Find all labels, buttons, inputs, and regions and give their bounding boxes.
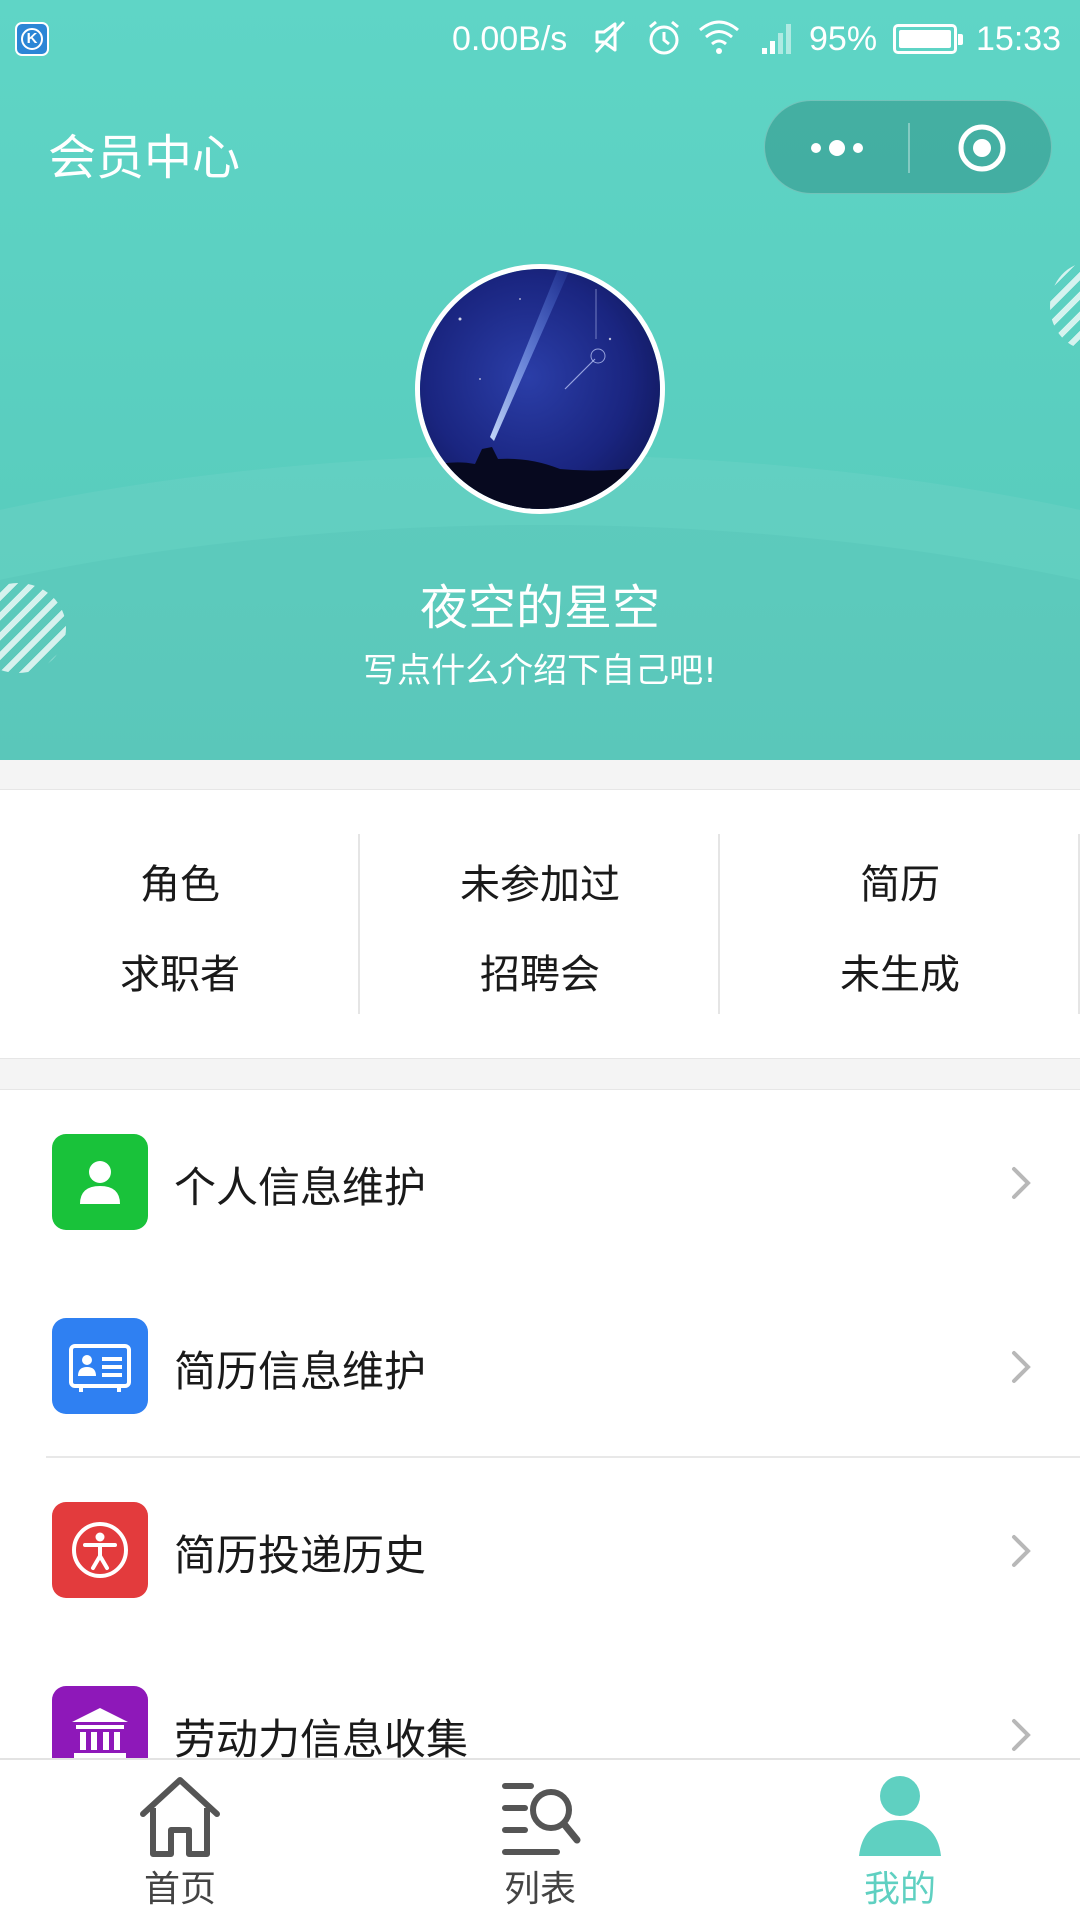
battery-icon (893, 24, 963, 54)
alarm-clock-icon (649, 20, 679, 55)
person-icon (52, 1134, 148, 1230)
accessibility-icon (52, 1502, 148, 1598)
avatar-night-sky-image (420, 269, 660, 509)
wifi-icon (699, 20, 739, 54)
id-card-icon (52, 1318, 148, 1414)
tab-mine[interactable]: 我的 (720, 1760, 1080, 1920)
stat-value: 招聘会 (480, 952, 600, 998)
stat-role[interactable]: 角色 求职者 (0, 790, 360, 1058)
chevron-right-icon (1012, 1535, 1031, 1567)
list-search-icon (502, 1783, 581, 1855)
avatar[interactable] (415, 264, 665, 514)
section-gap (0, 1058, 1080, 1090)
cellular-signal-icon (762, 24, 791, 54)
more-options-button[interactable] (765, 101, 908, 195)
striped-circle-decoration (1050, 262, 1080, 350)
tab-label: 我的 (863, 1869, 936, 1910)
muted-speaker-icon (594, 20, 626, 54)
tab-label: 列表 (503, 1869, 576, 1910)
user-bio[interactable]: 写点什么介绍下自己吧! (0, 643, 1080, 692)
chevron-right-icon (1012, 1719, 1031, 1751)
menu-item-resume-info[interactable]: 简历信息维护 (0, 1274, 1080, 1458)
tab-home[interactable]: 首页 (0, 1760, 360, 1920)
chevron-right-icon (1012, 1351, 1031, 1383)
battery-percent: 95% (809, 20, 878, 58)
profile-header: K 0.00B/s 95% 15:33 会员中心 夜空的星空 写点什么介绍下自己… (0, 0, 1080, 760)
stats-row: 角色 求职者 未参加过 招聘会 简历 未生成 (0, 790, 1080, 1058)
dot-icon (852, 143, 863, 153)
tab-label: 首页 (143, 1869, 216, 1910)
stat-label: 角色 (140, 862, 220, 908)
stat-label: 简历 (860, 862, 940, 908)
k-app-icon: K (15, 22, 49, 56)
stat-value: 未生成 (840, 952, 960, 998)
chevron-right-icon (1012, 1167, 1031, 1199)
user-name: 夜空的星空 (419, 580, 660, 636)
clock-time: 15:33 (976, 20, 1062, 58)
stat-value: 求职者 (120, 952, 240, 998)
home-icon (140, 1777, 220, 1857)
status-bar: K 0.00B/s 95% 15:33 (0, 0, 1080, 78)
stat-job-fair[interactable]: 未参加过 招聘会 (360, 790, 720, 1058)
page-title: 会员中心 (48, 130, 241, 186)
stat-resume[interactable]: 简历 未生成 (720, 790, 1080, 1058)
battery-level-fill (899, 30, 951, 48)
section-gap (0, 760, 1080, 790)
menu-item-delivery-history[interactable]: 简历投递历史 (0, 1458, 1080, 1642)
bottom-tab-bar: 首页 列表 我的 (0, 1758, 1080, 1920)
stat-label: 未参加过 (460, 862, 620, 908)
menu-item-personal-info[interactable]: 个人信息维护 (0, 1090, 1080, 1274)
menu-item-label: 个人信息维护 (174, 1163, 427, 1212)
dot-icon (810, 143, 821, 153)
menu-item-label: 简历信息维护 (174, 1347, 427, 1396)
network-speed: 0.00B/s (452, 20, 568, 58)
menu-item-label: 简历投递历史 (174, 1531, 427, 1580)
tab-list[interactable]: 列表 (360, 1760, 720, 1920)
user-icon (859, 1776, 941, 1856)
target-circle-icon (958, 124, 1005, 172)
close-mini-program-button[interactable] (910, 101, 1053, 195)
mini-program-capsule (764, 100, 1052, 194)
dot-icon (828, 140, 845, 156)
